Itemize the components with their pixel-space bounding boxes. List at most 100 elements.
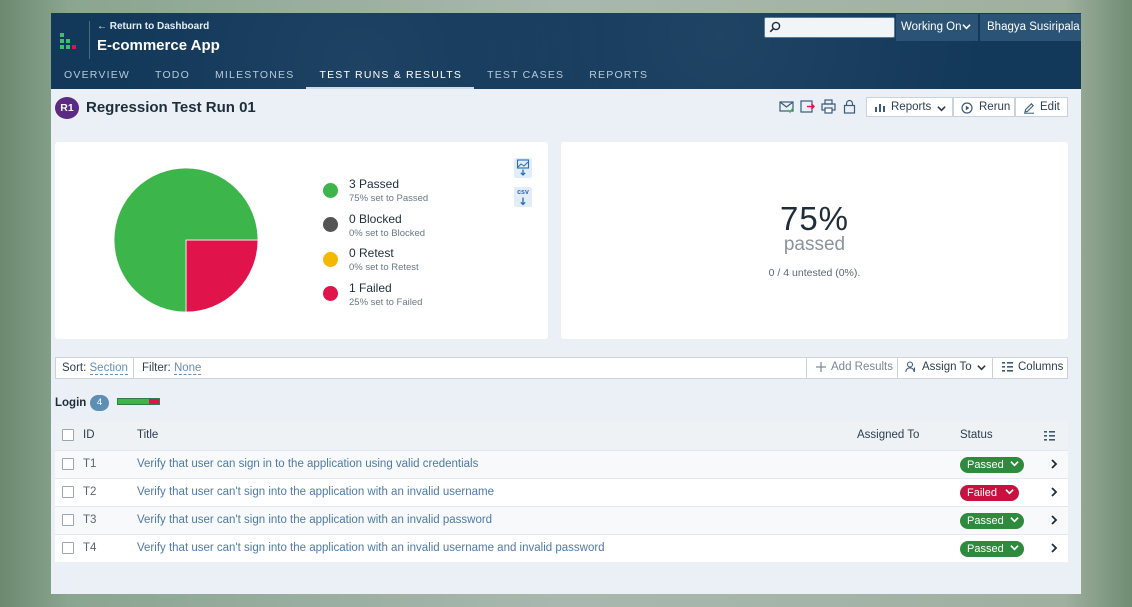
top-navigation-bar: ← Return to Dashboard E-commerce App OVE… (51, 13, 1081, 89)
image-download-icon (516, 159, 530, 176)
chevron-down-icon (1010, 545, 1019, 551)
tab-overview[interactable]: OVERVIEW (51, 65, 142, 89)
tab-todo[interactable]: TODO (142, 65, 202, 89)
filter-value-link[interactable]: None (173, 362, 202, 375)
status-dropdown[interactable]: Failed (960, 485, 1019, 501)
column-settings-icon[interactable] (1044, 431, 1055, 441)
pass-rate-panel: 75% passed 0 / 4 untested (0%). (561, 142, 1068, 339)
test-title-link[interactable]: Verify that user can sign in to the appl… (137, 458, 478, 470)
working-on-dropdown[interactable]: Working On (896, 14, 978, 41)
progress-passed-segment (118, 399, 149, 404)
assign-to-dropdown[interactable]: Assign To (897, 357, 992, 379)
tab-reports[interactable]: REPORTS (576, 65, 660, 89)
edit-button[interactable]: Edit (1015, 97, 1068, 117)
row-checkbox[interactable] (62, 486, 74, 498)
assign-to-label: Assign To (922, 361, 972, 373)
working-on-label: Working On (901, 21, 962, 33)
email-check-icon[interactable] (779, 99, 794, 114)
legend-blocked-label: 0 Blocked (349, 212, 402, 226)
search-input[interactable] (764, 17, 895, 38)
legend-dot-passed (323, 183, 338, 198)
results-chart-panel: 3 Passed 75% set to Passed 0 Blocked 0% … (55, 142, 548, 339)
status-dropdown[interactable]: Passed (960, 541, 1024, 557)
reports-dropdown[interactable]: Reports (866, 97, 953, 117)
column-header-title[interactable]: Title (137, 429, 158, 441)
section-count-badge: 4 (90, 395, 109, 411)
test-title-link[interactable]: Verify that user can't sign into the app… (137, 486, 494, 498)
print-icon[interactable] (821, 99, 836, 114)
table-body: T1 Verify that user can sign in to the a… (55, 450, 1068, 562)
app-logo-icon[interactable] (60, 33, 76, 49)
table-row[interactable]: T1 Verify that user can sign in to the a… (55, 450, 1068, 478)
filter-control[interactable]: Filter: None (133, 358, 202, 378)
tab-milestones[interactable]: MILESTONES (202, 65, 307, 89)
export-icon[interactable] (800, 99, 815, 114)
lock-icon[interactable] (842, 99, 857, 114)
chevron-right-icon[interactable] (1050, 459, 1058, 469)
test-id[interactable]: T2 (83, 486, 96, 498)
chevron-right-icon[interactable] (1050, 487, 1058, 497)
pass-percentage: 75% (779, 200, 850, 237)
status-dropdown[interactable]: Passed (960, 457, 1024, 473)
row-checkbox[interactable] (62, 514, 74, 526)
pie-slice-failed[interactable] (185, 239, 259, 313)
tab-test-runs-results[interactable]: TEST RUNS & RESULTS (306, 65, 474, 89)
columns-button[interactable]: Columns (992, 357, 1068, 379)
column-header-id[interactable]: ID (83, 429, 95, 441)
sort-value-link[interactable]: Section (89, 362, 128, 375)
pencil-icon (1024, 103, 1034, 114)
app-window: ← Return to Dashboard E-commerce App OVE… (51, 13, 1081, 594)
add-results-button[interactable]: Add Results (806, 357, 897, 379)
rerun-label: Rerun (979, 101, 1011, 113)
status-label: Passed (967, 459, 1004, 471)
untested-summary: 0 / 4 untested (0%). (768, 267, 861, 279)
column-header-status[interactable]: Status (960, 429, 993, 441)
header-divider (89, 21, 90, 59)
rerun-button[interactable]: Rerun (953, 97, 1015, 117)
export-image-button[interactable] (514, 158, 532, 178)
chevron-right-icon[interactable] (1050, 543, 1058, 553)
search-icon (769, 21, 781, 33)
chevron-down-icon (977, 365, 986, 371)
run-action-icons (779, 99, 857, 114)
table-row[interactable]: T3 Verify that user can't sign into the … (55, 506, 1068, 534)
status-dropdown[interactable]: Passed (960, 513, 1024, 529)
test-id[interactable]: T3 (83, 514, 96, 526)
test-id[interactable]: T4 (83, 542, 96, 554)
section-progress-bar (117, 398, 160, 405)
select-all-checkbox[interactable] (62, 429, 74, 441)
table-row[interactable]: T4 Verify that user can't sign into the … (55, 534, 1068, 562)
legend-failed-sub: 25% set to Failed (349, 297, 423, 308)
legend-dot-failed (323, 286, 338, 301)
chevron-down-icon (937, 106, 946, 112)
status-label: Passed (967, 515, 1004, 527)
legend-passed-label: 3 Passed (349, 177, 400, 191)
row-checkbox[interactable] (62, 458, 74, 470)
column-header-assigned-to[interactable]: Assigned To (857, 429, 919, 441)
progress-failed-segment (149, 399, 159, 404)
add-results-label: Add Results (831, 361, 894, 373)
chevron-down-icon (1010, 517, 1019, 523)
chevron-right-icon[interactable] (1050, 515, 1058, 525)
reports-icon (875, 104, 885, 112)
chevron-down-icon (962, 24, 971, 30)
return-to-dashboard-link[interactable]: ← Return to Dashboard (97, 21, 209, 32)
row-checkbox[interactable] (62, 542, 74, 554)
csv-download-icon (520, 197, 526, 206)
user-name: Bhagya Susiripala (987, 21, 1080, 33)
sort-control[interactable]: Sort: Section (62, 362, 128, 375)
table-row[interactable]: T2 Verify that user can't sign into the … (55, 478, 1068, 506)
section-title[interactable]: Login (55, 397, 86, 409)
play-circle-icon (961, 102, 973, 114)
legend-dot-retest (323, 252, 338, 267)
tab-test-cases[interactable]: TEST CASES (474, 65, 576, 89)
export-csv-button[interactable]: csv (514, 187, 532, 207)
csv-label: csv (517, 189, 529, 196)
table-header: ID Title Assigned To Status (55, 421, 1068, 450)
user-menu[interactable]: Bhagya Susiripala (980, 14, 1081, 41)
test-title-link[interactable]: Verify that user can't sign into the app… (137, 514, 492, 526)
legend-passed-sub: 75% set to Passed (349, 193, 429, 204)
test-title-link[interactable]: Verify that user can't sign into the app… (137, 542, 605, 554)
test-id[interactable]: T1 (83, 458, 96, 470)
page-title: Regression Test Run 01 (86, 99, 256, 116)
